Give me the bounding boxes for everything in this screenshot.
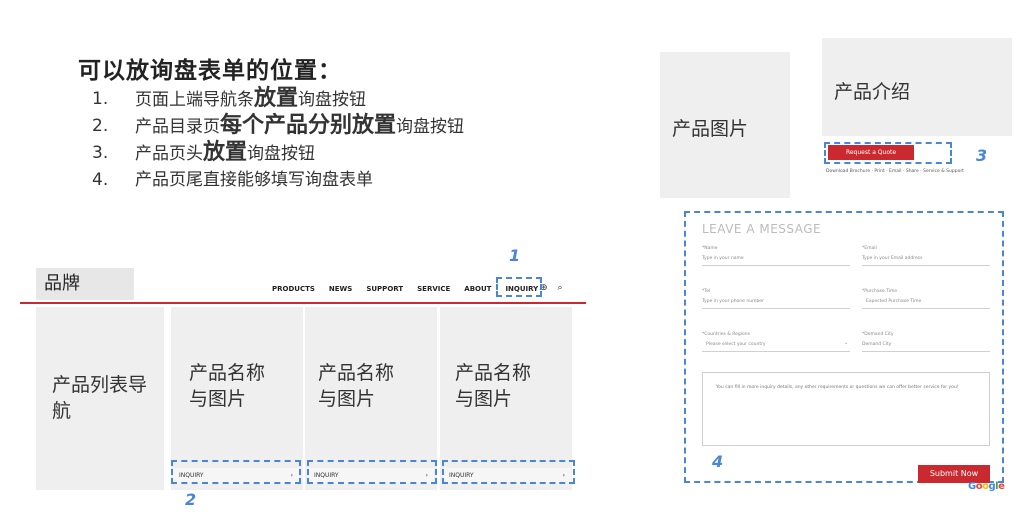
product-card-title: 产品名称与图片: [318, 362, 395, 410]
field-label: *Name: [702, 246, 718, 251]
download-link[interactable]: Download Brochure: [826, 169, 870, 174]
marker-2: 2: [185, 490, 197, 509]
product-card-title: 产品名称与图片: [455, 362, 532, 410]
product-card-title: 产品名称与图片: [189, 362, 266, 410]
nav-item-service[interactable]: SERVICE: [417, 285, 450, 293]
product-intro-label: 产品介绍: [834, 81, 911, 103]
demand-city-input[interactable]: Demand City: [862, 342, 891, 347]
field-label: *Demand City: [862, 332, 894, 337]
message-textarea[interactable]: [702, 372, 990, 446]
field-underline: [702, 351, 850, 352]
inquiry-bars-highlight: [171, 460, 301, 484]
form-title: LEAVE A MESSAGE: [702, 222, 822, 236]
nav-item-about[interactable]: ABOUT: [464, 285, 491, 293]
field-underline: [862, 351, 990, 352]
field-label: *Countries & Regions: [702, 332, 750, 337]
list-item: 3. 产品页头放置询盘按钮: [92, 140, 316, 165]
chevron-down-icon: ⌄: [844, 340, 849, 346]
field-label: *Email: [862, 246, 877, 251]
marker-1: 1: [509, 246, 521, 265]
field-underline: [862, 265, 990, 266]
field-label: *Tel: [702, 289, 711, 294]
phone-input[interactable]: Type in your phone number: [702, 299, 764, 304]
field-underline: [702, 265, 850, 266]
purchase-time-input[interactable]: Expected Purchase Time: [866, 299, 921, 304]
inquiry-highlight: [496, 277, 542, 297]
header-divider: [20, 302, 586, 304]
message-placeholder: You can fill in more inquiry details, an…: [716, 385, 959, 390]
product-image-label: 产品图片: [672, 118, 749, 140]
page-heading: 可以放询盘表单的位置：: [78, 58, 342, 84]
email-input[interactable]: Type in your Email address: [862, 256, 922, 261]
print-link[interactable]: Print: [874, 169, 884, 174]
inquiry-bars-highlight: [307, 460, 437, 484]
google-logo: Google: [968, 481, 1005, 492]
country-select[interactable]: Please select your country: [706, 342, 766, 347]
instruction-list: 1. 页面上端导航条放置询盘按钮 2. 产品目录页每个产品分别放置询盘按钮 3.…: [78, 86, 538, 193]
marker-3: 3: [976, 146, 988, 165]
inquiry-bars-highlight: [442, 460, 575, 484]
list-item: 1. 页面上端导航条放置询盘按钮: [92, 86, 367, 111]
brand-logo-placeholder: 品牌: [36, 268, 134, 300]
name-input[interactable]: Type in your name: [702, 256, 744, 261]
nav-item-support[interactable]: SUPPORT: [366, 285, 403, 293]
sidebar-label: 产品列表导航: [52, 374, 148, 422]
field-underline: [862, 308, 990, 309]
email-link[interactable]: Email: [889, 169, 902, 174]
marker-4: 4: [712, 452, 724, 471]
service-link[interactable]: Service & Support: [923, 169, 964, 174]
share-link[interactable]: Share: [906, 169, 919, 174]
search-icon[interactable]: ⌕: [558, 283, 563, 293]
list-item: 4. 产品页尾直接能够填写询盘表单: [92, 170, 373, 190]
nav-item-products[interactable]: PRODUCTS: [272, 285, 315, 293]
product-action-links: Download Brochure · Print · Email · Shar…: [826, 169, 964, 174]
nav-icons: ⊕ ⌕: [540, 283, 563, 293]
field-label: *Purchase Time: [862, 289, 898, 294]
nav-item-news[interactable]: NEWS: [329, 285, 352, 293]
list-item: 2. 产品目录页每个产品分别放置询盘按钮: [92, 113, 465, 138]
quote-button-highlight: [824, 142, 952, 164]
field-underline: [702, 308, 850, 309]
